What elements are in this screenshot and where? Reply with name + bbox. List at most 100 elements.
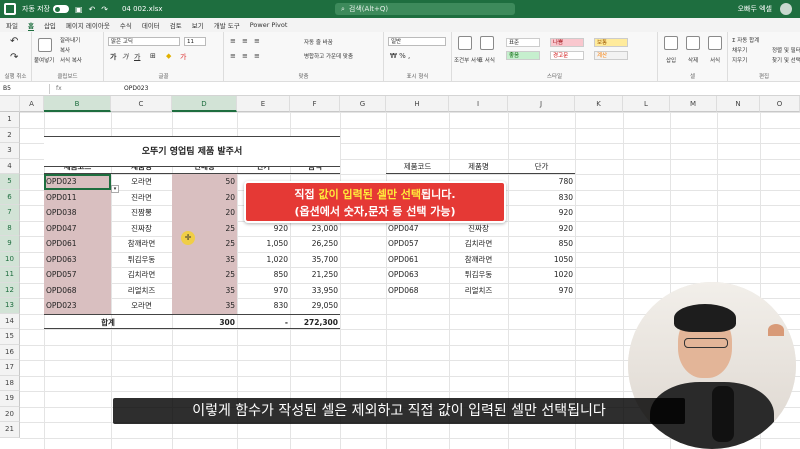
tab-file[interactable]: 파일 [6,20,18,30]
lookup-price-cell[interactable]: 970 [508,283,575,299]
name-box[interactable]: B5 [0,83,50,94]
font-name-select[interactable]: 맑은 고딕 [108,37,180,46]
undo-icon[interactable]: ↶ [89,5,96,14]
cut-button[interactable]: 잘라내기 [60,36,80,44]
row-header-20[interactable]: 20 [0,406,20,422]
product-name-cell[interactable]: 참깨라면 [111,236,172,252]
format-table-button[interactable]: 표 서식 [478,56,495,64]
column-header-m[interactable]: M [670,96,717,112]
row-header-15[interactable]: 15 [0,329,20,345]
product-code-cell[interactable]: OPD063 [44,251,111,267]
paste-button[interactable]: 붙여넣기 [34,56,54,64]
column-header-k[interactable]: K [575,96,623,112]
select-all-corner[interactable] [0,96,20,112]
product-name-cell[interactable]: 튀김우동 [111,252,172,268]
tab-developer[interactable]: 개발 도구 [214,20,240,30]
row-header-13[interactable]: 13 [0,298,20,314]
column-header-g[interactable]: G [340,96,386,112]
currency-icon[interactable]: ₩ % , [390,52,410,60]
total-price-cell[interactable]: - [237,313,290,329]
unit-price-cell[interactable]: 830 [237,298,290,314]
fx-icon[interactable]: fx [50,85,120,92]
amount-cell[interactable]: 29,050 [290,298,340,314]
lookup-price-cell[interactable]: 920 [508,221,575,237]
row-header-11[interactable]: 11 [0,267,20,283]
product-name-cell[interactable]: 진라면 [111,190,172,206]
fill-color-icon[interactable]: ◆ [166,52,171,60]
number-format-select[interactable]: 일반 [388,37,446,46]
sales-qty-cell[interactable]: 20 [172,205,237,221]
format-cells-icon[interactable] [708,36,722,50]
column-header-h[interactable]: H [386,96,449,112]
row-header-3[interactable]: 3 [0,143,20,159]
column-header-i[interactable]: I [449,96,508,112]
product-code-cell[interactable]: OPD057 [44,267,111,283]
tab-formulas[interactable]: 수식 [120,20,132,30]
format-painter-button[interactable]: 서식 복사 [60,56,82,64]
row-header-6[interactable]: 6 [0,189,20,205]
row-header-1[interactable]: 1 [0,112,20,128]
column-header-f[interactable]: F [290,96,340,112]
row-header-5[interactable]: 5 [0,174,20,190]
tab-insert[interactable]: 삽입 [44,20,56,30]
product-code-cell[interactable]: OPD011 [44,189,111,205]
product-name-cell[interactable]: 오라면 [111,174,172,190]
lookup-code-cell[interactable]: OPD057 [386,236,449,252]
tab-data[interactable]: 데이터 [142,20,160,30]
fill-button[interactable]: 채우기 [732,46,747,54]
amount-cell[interactable]: 35,700 [290,252,340,268]
unit-price-cell[interactable]: 1,020 [237,252,290,268]
row-header-16[interactable]: 16 [0,344,20,360]
column-header-j[interactable]: J [508,96,575,112]
lookup-price-cell[interactable]: 850 [508,236,575,252]
lookup-price-cell[interactable]: 1020 [508,267,575,283]
align-center-icon[interactable]: ≡ [242,52,248,60]
align-right-icon[interactable]: ≡ [254,52,260,60]
insert-cells-button[interactable]: 삽입 [666,56,676,64]
style-warning[interactable]: 경고문 [550,51,584,60]
product-code-cell[interactable]: OPD068 [44,282,111,298]
total-qty-cell[interactable]: 300 [172,313,237,329]
border-icon[interactable]: ⊞ [150,52,156,60]
bold-icon[interactable]: 가 [110,52,116,62]
autosave-toggle[interactable] [53,5,69,13]
row-header-8[interactable]: 8 [0,220,20,236]
copy-button[interactable]: 복사 [60,46,70,54]
lookup-price-cell[interactable]: 920 [508,205,575,221]
align-bottom-icon[interactable]: ≡ [254,37,260,45]
conditional-format-button[interactable]: 조건부 서식 [454,56,481,64]
align-left-icon[interactable]: ≡ [230,52,236,60]
sort-filter-button[interactable]: 정렬 및 필터 [772,46,800,54]
style-normal[interactable]: 표준 [506,38,540,47]
lookup-header-cell[interactable]: 제품코드 [386,159,449,174]
unit-price-cell[interactable]: 850 [237,267,290,283]
row-header-10[interactable]: 10 [0,251,20,267]
unit-price-cell[interactable]: 970 [237,283,290,299]
product-name-cell[interactable]: 오라면 [111,298,172,314]
product-code-cell[interactable]: OPD023 [44,298,111,314]
column-header-b[interactable]: B [44,96,111,112]
unit-price-cell[interactable]: 1,050 [237,236,290,252]
find-select-button[interactable]: 찾기 및 선택 [772,56,800,64]
format-cells-button[interactable]: 서식 [710,56,720,64]
sales-qty-cell[interactable]: 35 [172,298,237,314]
row-header-19[interactable]: 19 [0,391,20,407]
align-top-icon[interactable]: ≡ [230,37,236,45]
product-code-cell[interactable]: OPD023 [44,174,111,190]
lookup-code-cell[interactable]: OPD063 [386,267,449,283]
row-header-9[interactable]: 9 [0,236,20,252]
style-good[interactable]: 좋음 [506,51,540,60]
redo-icon[interactable]: ↷ [10,52,18,63]
tab-home[interactable]: 홈 [27,20,34,31]
redo-icon[interactable]: ↷ [101,5,108,14]
row-header-14[interactable]: 14 [0,313,20,329]
product-code-cell[interactable]: OPD038 [44,205,111,221]
style-bad[interactable]: 나쁨 [550,38,584,47]
merge-center-button[interactable]: 병합하고 가운데 맞춤 [304,52,353,60]
lookup-name-cell[interactable]: 리얼치즈 [449,283,508,299]
amount-cell[interactable]: 21,250 [290,267,340,283]
clear-button[interactable]: 지우기 [732,56,747,64]
sales-qty-cell[interactable]: 35 [172,251,237,267]
lookup-header-cell[interactable]: 단가 [508,159,575,174]
paste-icon[interactable] [38,38,52,52]
